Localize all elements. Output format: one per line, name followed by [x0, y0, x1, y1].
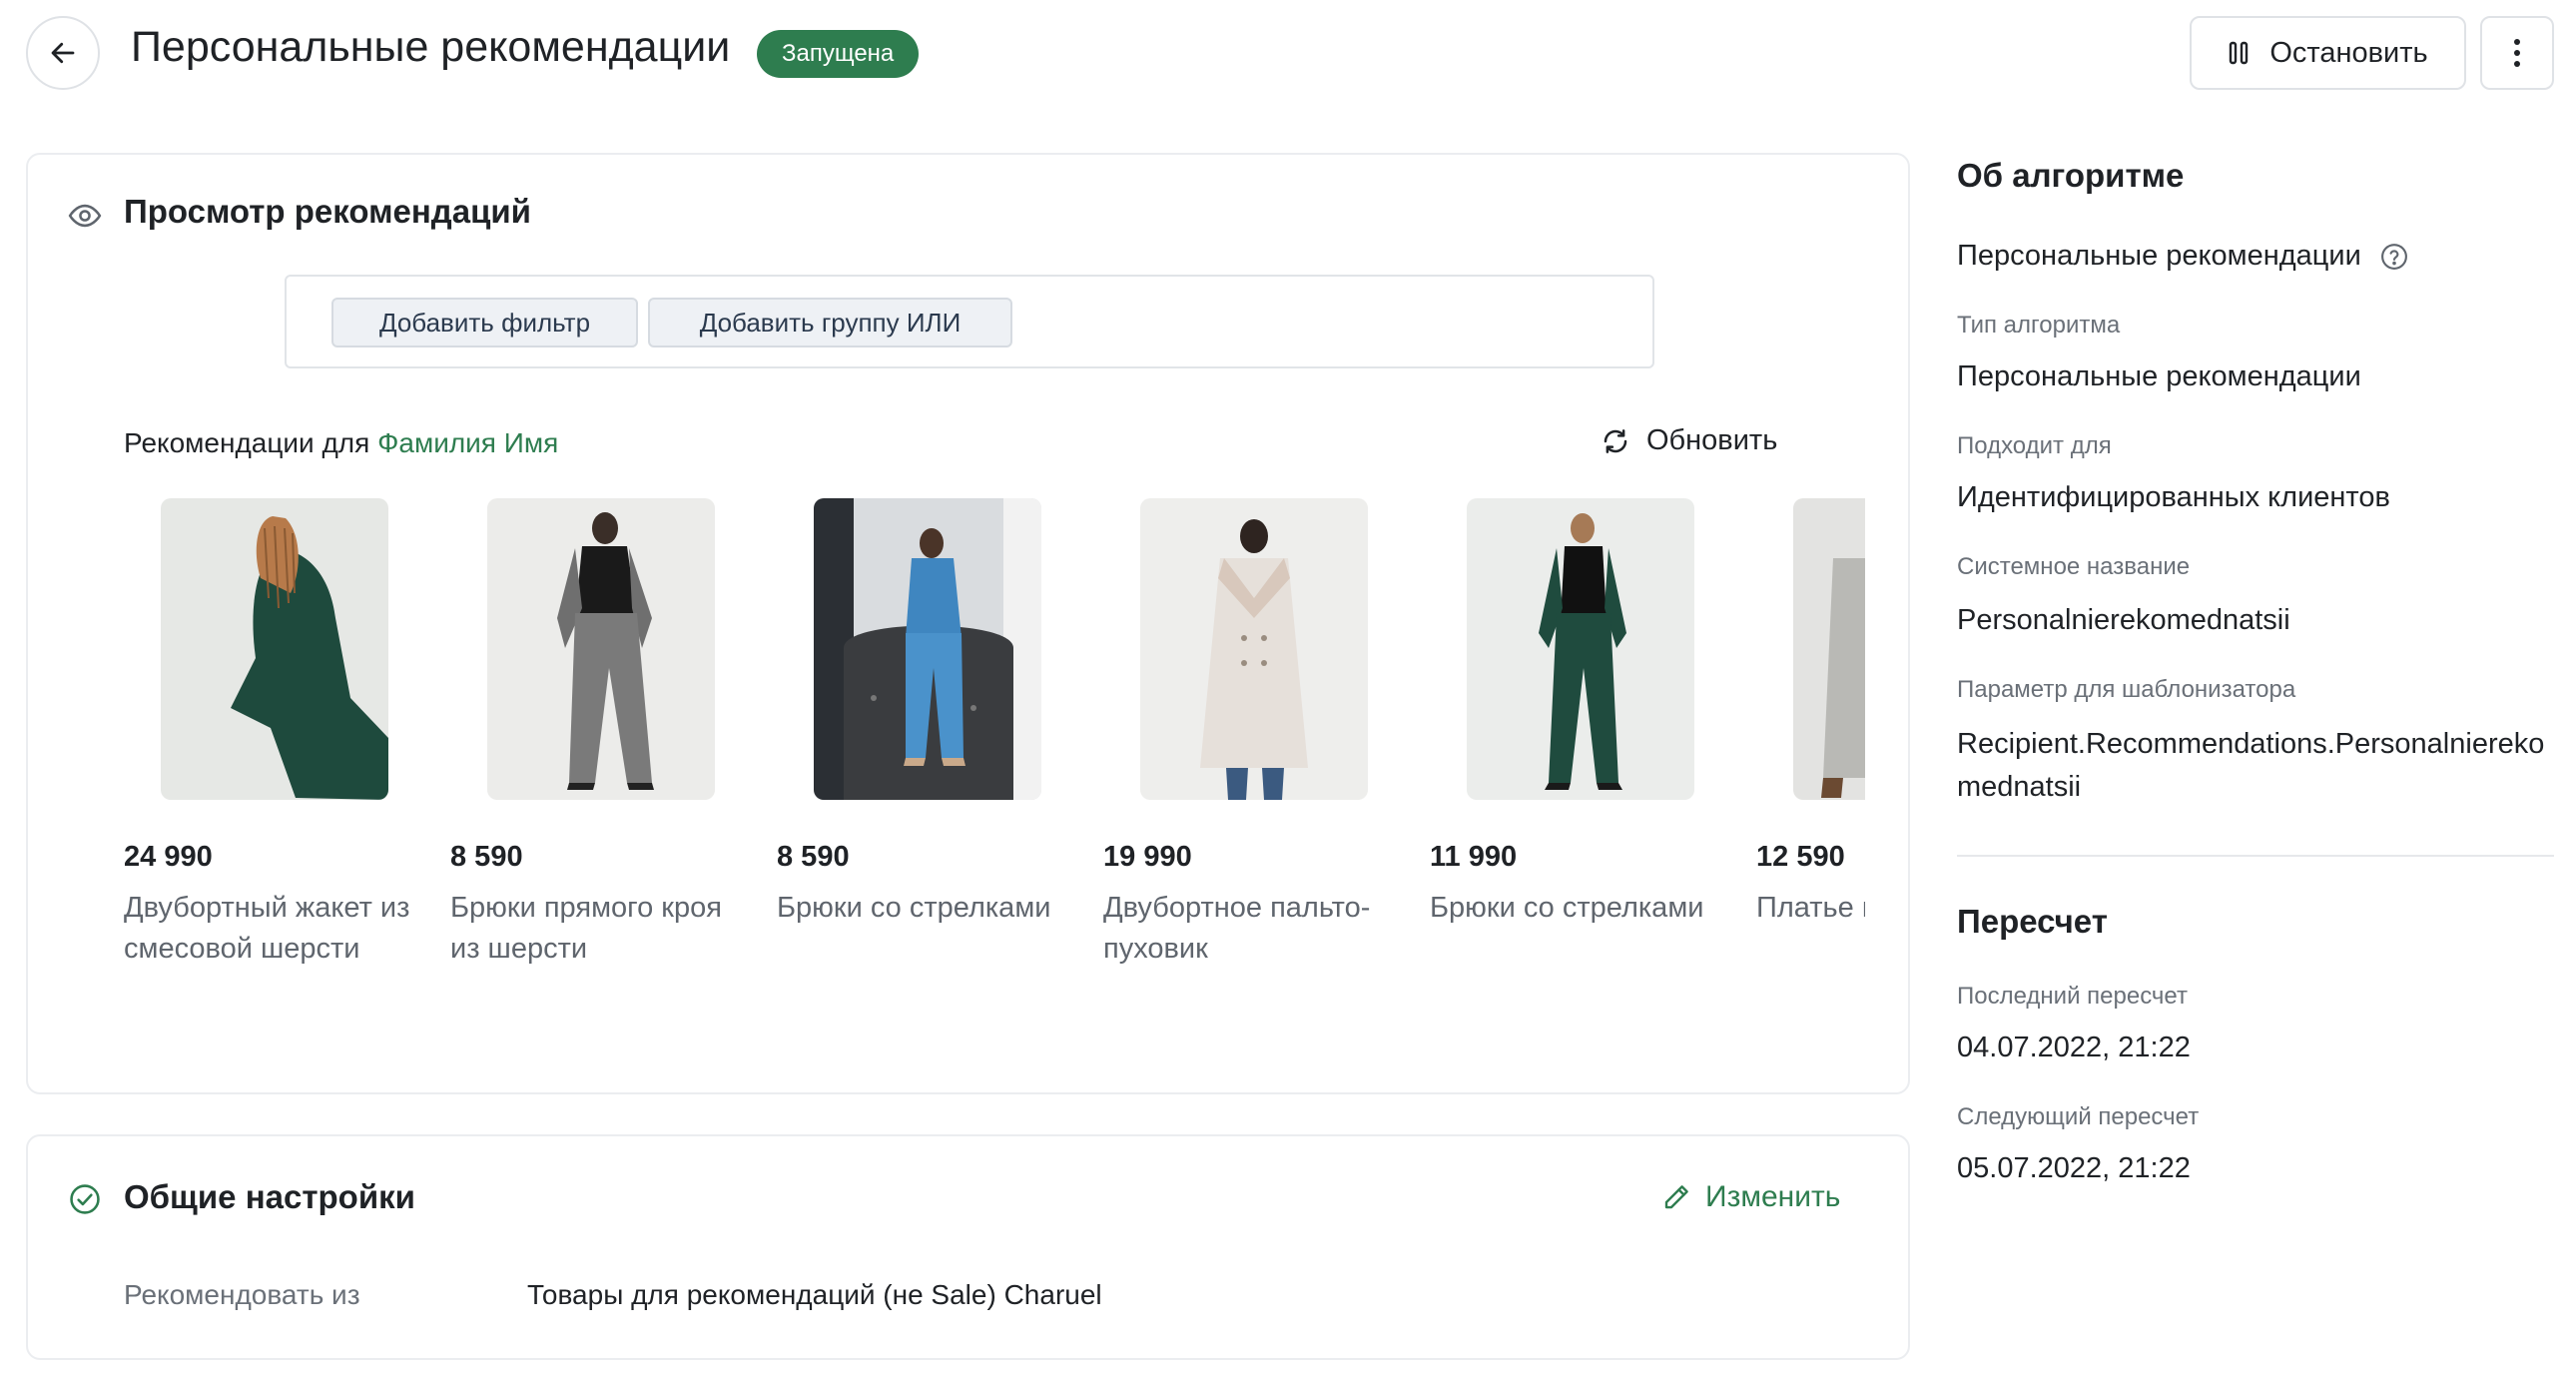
eye-icon [68, 204, 102, 228]
next-recalc-label: Следующий пересчет [1957, 1103, 2200, 1130]
check-circle-icon [70, 1184, 100, 1214]
algorithm-type-value: Персональные рекомендации [1957, 360, 2361, 392]
status-badge: Запущена [757, 30, 920, 78]
add-or-group-button[interactable]: Добавить группу ИЛИ [648, 298, 1012, 347]
product-photo [161, 498, 388, 800]
stop-button-label: Остановить [2269, 36, 2428, 69]
system-name-label: Системное название [1957, 553, 2191, 580]
settings-title: Общие настройки [124, 1178, 415, 1215]
algorithm-name-label: Персональные рекомендации [1957, 240, 2361, 272]
product-carousel[interactable]: 24 990 Двубортный жакет из смесовой шерс… [124, 498, 1865, 1018]
product-price: 11 990 [1430, 841, 1518, 873]
product-price: 19 990 [1103, 841, 1192, 873]
template-param-label: Параметр для шаблонизатора [1957, 676, 2296, 703]
general-settings-card: Общие настройки Изменить Рекомендовать и… [26, 1134, 1910, 1360]
filter-box: Добавить фильтр Добавить группу ИЛИ [285, 275, 1654, 368]
back-button[interactable] [26, 16, 100, 90]
help-circle-icon[interactable] [2379, 242, 2409, 272]
about-algorithm-title: Об алгоритме [1957, 157, 2185, 194]
product-name: Брюки со стрелками [777, 892, 1051, 924]
more-options-button[interactable] [2480, 16, 2554, 90]
product-price: 8 590 [777, 841, 850, 873]
refresh-button[interactable]: Обновить [1601, 424, 1777, 457]
pause-icon [2230, 41, 2249, 65]
product-price: 12 590 [1756, 841, 1845, 873]
page-title: Персональные рекомендации [131, 23, 731, 71]
system-name-value: Personalnierekomednatsii [1957, 604, 2290, 636]
add-filter-button[interactable]: Добавить фильтр [331, 298, 638, 347]
recipient-name-link[interactable]: Фамилия Имя [377, 427, 558, 458]
product-name: Двубортное пальто-пуховик [1103, 892, 1371, 965]
product-name: Брюки со стрелками [1430, 892, 1704, 924]
template-param-value: Recipient.Recommendations.Personalnierek… [1957, 728, 2545, 803]
recommend-from-value: Товары для рекомендаций (не Sale) Charue… [527, 1279, 1102, 1310]
product-photo [487, 498, 715, 800]
last-recalc-label: Последний пересчет [1957, 983, 2188, 1010]
suits-for-value: Идентифицированных клиентов [1957, 481, 2390, 513]
product-photo [1467, 498, 1694, 800]
last-recalc-value: 04.07.2022, 21:22 [1957, 1032, 2191, 1063]
recommendations-for-label: Рекомендации для Фамилия Имя [124, 427, 558, 459]
product-photo [1140, 498, 1368, 800]
preview-title: Просмотр рекомендаций [124, 193, 531, 230]
arrow-left-icon [51, 42, 75, 64]
product-name: Брюки прямого кроя из шерсти [450, 892, 722, 965]
recommendations-preview-card: Просмотр рекомендаций Добавить фильтр До… [26, 153, 1910, 1094]
stop-button[interactable]: Остановить [2190, 16, 2466, 90]
next-recalc-value: 05.07.2022, 21:22 [1957, 1152, 2191, 1184]
more-vertical-icon [2514, 39, 2520, 67]
suits-for-label: Подходит для [1957, 432, 2112, 459]
product-name: Платье воротник [1756, 892, 1865, 924]
divider [1957, 855, 2554, 857]
product-photo [814, 498, 1041, 800]
recalc-title: Пересчет [1957, 903, 2108, 940]
refresh-label: Обновить [1646, 424, 1778, 456]
product-price: 8 590 [450, 841, 523, 873]
refresh-icon [1604, 428, 1627, 453]
product-price: 24 990 [124, 841, 213, 873]
edit-button-label: Изменить [1705, 1180, 1841, 1213]
pencil-icon [1664, 1185, 1688, 1209]
recommendations-for-prefix: Рекомендации для [124, 427, 378, 458]
edit-button[interactable]: Изменить [1661, 1180, 1840, 1214]
recommend-from-label: Рекомендовать из [124, 1279, 360, 1310]
algorithm-name: Персональные рекомендации [1957, 240, 2409, 273]
product-photo [1793, 498, 1865, 800]
product-name: Двубортный жакет из смесовой шерсти [124, 892, 410, 965]
algorithm-type-label: Тип алгоритма [1957, 312, 2121, 339]
